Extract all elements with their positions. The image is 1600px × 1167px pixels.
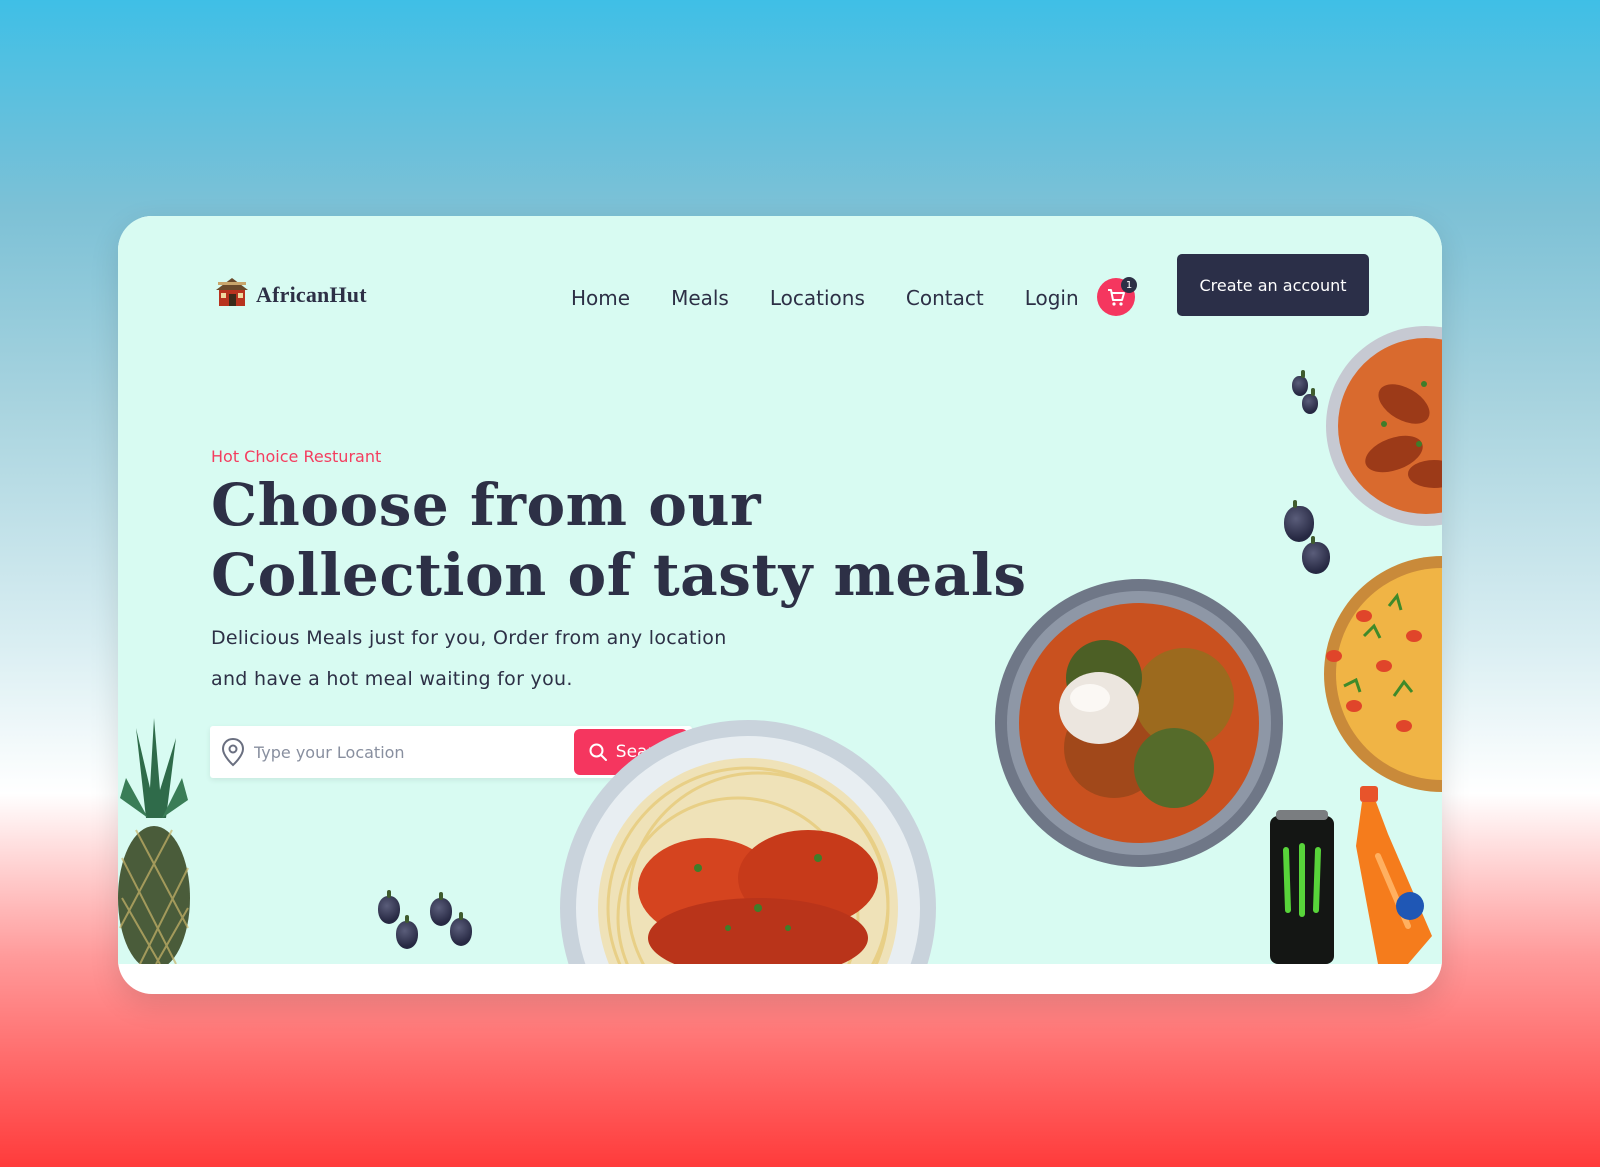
landing-card: AfricanHut Home Meals Locations Contact … <box>118 216 1442 994</box>
pepper-decoration <box>1284 500 1314 542</box>
pepper-decoration <box>378 890 400 924</box>
chicken-rice-plate-image <box>1326 326 1442 526</box>
create-account-button[interactable]: Create an account <box>1177 254 1369 316</box>
energy-drink-can-image <box>1270 810 1334 964</box>
pepper-decoration <box>430 892 452 926</box>
nav-login[interactable]: Login <box>1025 286 1079 310</box>
subtitle-line-1: Delicious Meals just for you, Order from… <box>211 627 727 649</box>
pepper-decoration <box>1302 536 1330 574</box>
hero-headline: Choose from our Collection of tasty meal… <box>211 470 1027 610</box>
nav-home[interactable]: Home <box>571 286 630 310</box>
nav-locations[interactable]: Locations <box>770 286 865 310</box>
subtitle-line-2: and have a hot meal waiting for you. <box>211 668 573 690</box>
headline-line-1: Choose from our <box>211 471 762 539</box>
pizza-image <box>1324 556 1442 792</box>
pepper-decoration <box>450 912 472 946</box>
cart-button[interactable]: 1 <box>1097 277 1137 316</box>
pepper-decoration <box>396 915 418 949</box>
location-pin-icon <box>221 737 245 767</box>
brand-logo[interactable]: AfricanHut <box>214 276 367 308</box>
brand-name: AfricanHut <box>256 282 367 307</box>
headline-line-2: Collection of tasty meals <box>211 541 1027 609</box>
hut-icon <box>216 278 248 306</box>
hero-subtitle: Delicious Meals just for you, Order from… <box>211 618 771 700</box>
cart-count-badge: 1 <box>1121 277 1137 293</box>
pepper-decoration <box>1292 370 1308 396</box>
pineapple-image <box>118 718 190 964</box>
egusi-bowl-image <box>995 579 1283 867</box>
location-input[interactable] <box>252 741 556 763</box>
pepper-decoration <box>1302 388 1318 414</box>
nav-contact[interactable]: Contact <box>906 286 984 310</box>
nav-meals[interactable]: Meals <box>671 286 729 310</box>
hero-section: AfricanHut Home Meals Locations Contact … <box>118 216 1442 964</box>
spaghetti-plate-image <box>560 720 936 964</box>
soda-bottle-image <box>1356 786 1432 964</box>
hero-kicker: Hot Choice Resturant <box>211 447 382 466</box>
main-nav: Home Meals Locations Contact Login <box>571 286 1079 310</box>
